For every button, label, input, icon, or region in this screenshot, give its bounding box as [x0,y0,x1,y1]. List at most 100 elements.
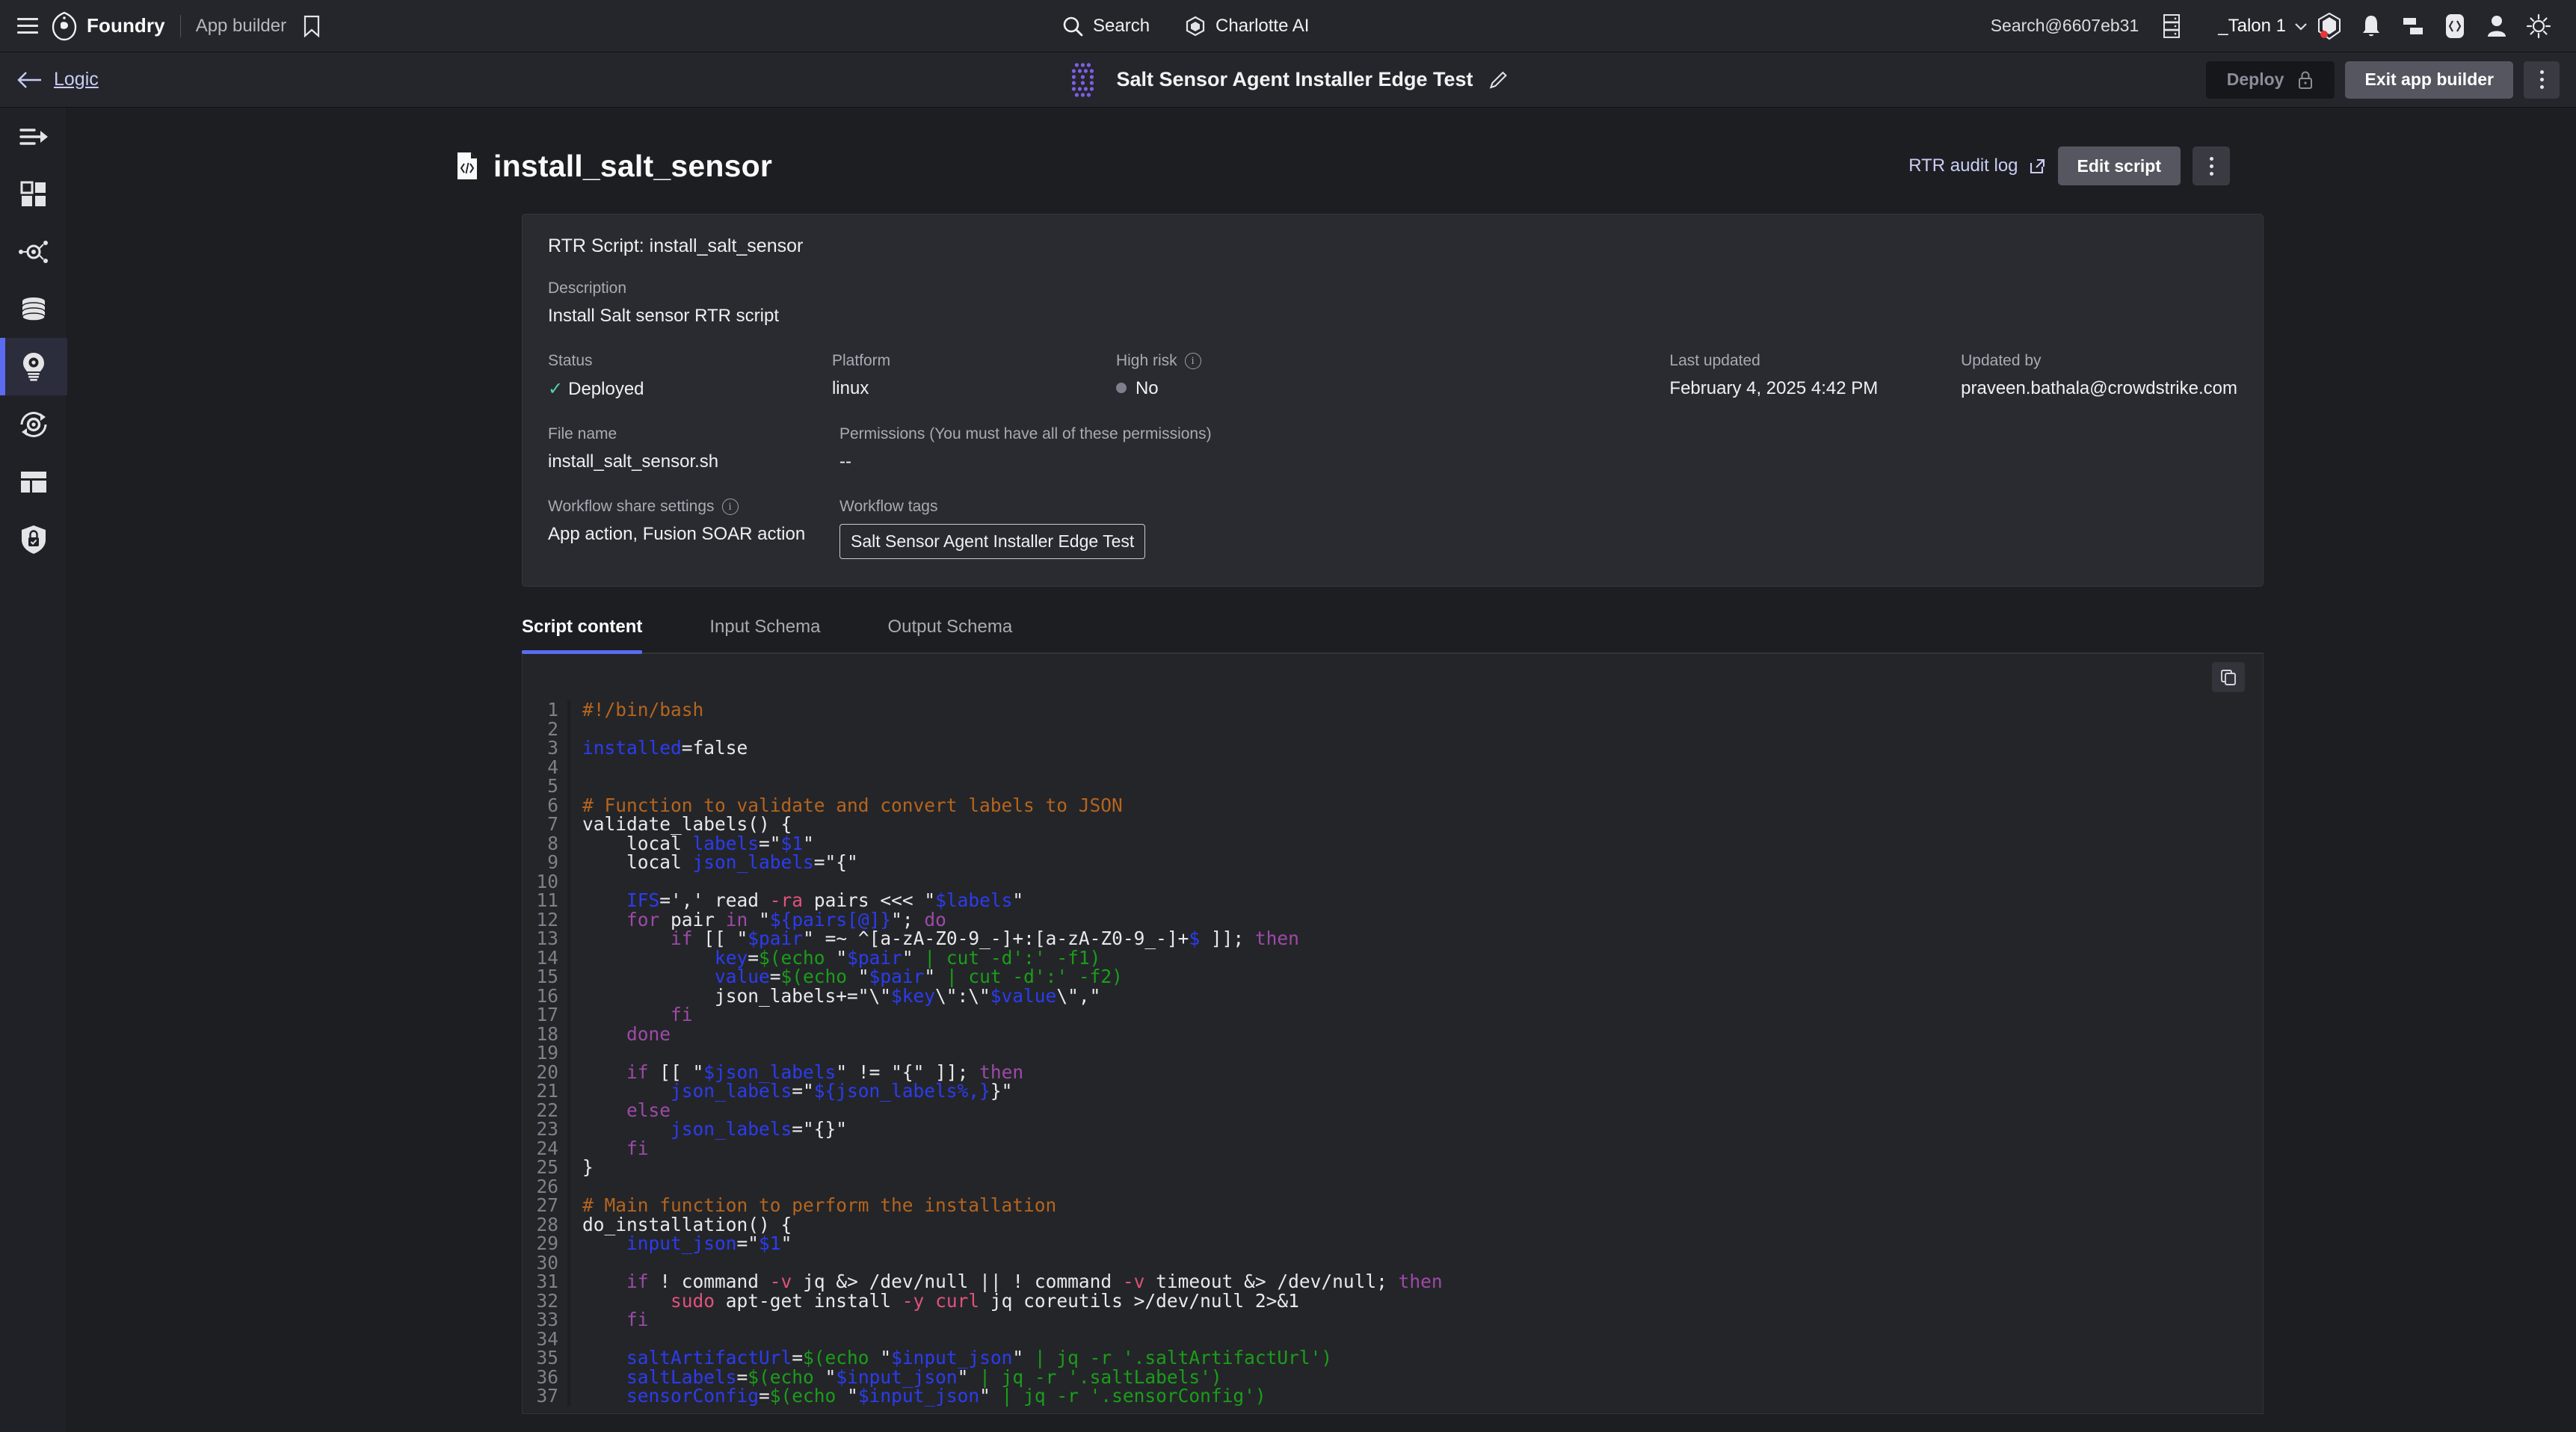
tenant-id-label: Search@6607eb31 [1990,16,2139,35]
high-risk-label: High risk i [1116,352,1669,370]
server-grid-icon[interactable] [2151,5,2193,47]
exit-app-builder-button[interactable]: Exit app builder [2345,61,2513,99]
line-number: 5 [523,777,570,796]
code-line-text: fi [626,1309,649,1330]
hamburger-menu-icon[interactable] [10,10,45,43]
line-number: 23 [523,1120,570,1139]
code-line: 30 [523,1253,2263,1272]
sidebar-item-data-store[interactable] [0,280,67,338]
code-line-text: #!/bin/bash [582,699,704,720]
user-avatar-icon[interactable] [2476,5,2518,47]
kebab-dots [2539,70,2544,89]
code-line: 22 else [523,1100,2263,1120]
code-line-text: json_labels="${json_labels%,}}" [671,1080,1013,1102]
line-number: 24 [523,1138,570,1158]
sidebar-item-data-flow[interactable] [0,108,67,165]
tab-output-schema[interactable]: Output Schema [887,617,1012,652]
metadata-row-1: Status ✓ Deployed Platform linux High ris… [548,352,2237,400]
charlotte-ai-label: Charlotte AI [1215,16,1310,36]
global-search-button[interactable]: Search [1061,15,1150,37]
theme-sun-icon[interactable] [2518,5,2560,47]
file-name-label: File name [548,425,617,442]
code-line: 9 local json_labels="{" [523,853,2263,872]
code-brackets-icon[interactable] [2434,5,2476,47]
copy-icon[interactable] [2212,662,2245,692]
pencil-icon[interactable] [1488,70,1509,90]
metadata-row-3: Workflow share settings i App action, Fu… [548,498,2237,559]
code-line: 5 [523,777,2263,796]
line-number: 35 [523,1348,570,1368]
code-line: 2 [523,719,2263,739]
code-line: 14 key=$(echo "$pair" | cut -d':' -f1) [523,946,2263,969]
workflow-tags-field: Workflow tags Salt Sensor Agent Installe… [839,498,1146,559]
sidebar-item-permissions[interactable] [0,510,67,568]
code-line: 11 IFS=',' read -ra pairs <<< "$labels" [523,891,2263,910]
code-line-text: key=$(echo "$pair" | cut -d':' -f1) [715,946,1101,969]
code-line: 6 # Function to validate and convert labe… [523,794,2263,816]
database-icon [19,296,49,323]
chat-icon[interactable] [2392,5,2434,47]
deploy-button[interactable]: Deploy [2205,61,2335,99]
tenant-selector[interactable]: _Talon 1 [2218,16,2308,37]
code-line-text: json_labels+="\"$key\":\"$value\"," [582,984,1101,1007]
search-icon [1061,15,1084,37]
code-line-text: local labels="$1" [582,832,814,854]
updated-by-label: Updated by [1961,352,2042,369]
info-icon[interactable]: i [721,499,739,515]
charlotte-ai-button[interactable]: Charlotte AI [1184,15,1309,37]
workflow-tag-chip[interactable]: Salt Sensor Agent Installer Edge Test [839,524,1146,559]
check-icon: ✓ [548,379,564,399]
subbar-kebab-menu-icon[interactable] [2524,61,2560,99]
alert-shield-icon[interactable] [2308,5,2350,47]
sidebar-item-logic[interactable] [0,338,67,395]
subbar-actions: Deploy Exit app builder [2205,61,2576,99]
line-number: 9 [523,853,570,872]
code-editor[interactable]: 1 #!/bin/bash 2 3 installed=false 4 5 6 # Fun… [523,700,2263,1413]
code-line: 36 saltLabels=$(echo "$input_json" | jq … [523,1367,2263,1386]
sidebar-item-dashboards[interactable] [0,165,67,223]
sidebar-item-integrations[interactable] [0,223,67,280]
code-line: 23 json_labels="{}" [523,1120,2263,1139]
page-header-actions: RTR audit log Edit script [1908,146,2576,185]
info-icon[interactable]: i [1184,353,1201,369]
line-number: 12 [523,910,570,929]
code-line-text: sudo apt-get install -y curl jq coreutil… [671,1289,1299,1312]
bookmark-icon[interactable] [303,15,322,37]
brand-name[interactable]: Foundry [87,14,165,37]
line-number: 19 [523,1043,570,1063]
permissions-label: Permissions (You must have all of these … [839,425,1212,442]
line-number: 27 [523,1196,570,1215]
back-to-logic-link[interactable]: Logic [0,69,99,90]
lock-icon [2297,70,2314,90]
sidebar-item-ui-layout[interactable] [0,453,67,510]
page-title-group: install_salt_sensor [455,149,772,184]
app-builder-label[interactable]: App builder [196,16,286,37]
sidebar-item-workflows[interactable] [0,395,67,453]
tab-script-content[interactable]: Script content [522,617,643,654]
high-risk-value: No [1135,378,1159,398]
page-kebab-menu-icon[interactable] [2193,146,2230,185]
code-line: 32 sudo apt-get install -y curl jq coreu… [523,1289,2263,1312]
share-settings-field: Workflow share settings i App action, Fu… [548,498,839,559]
code-line-text: json_labels="{}" [671,1118,848,1140]
line-number: 25 [523,1158,570,1177]
rtr-audit-log-link[interactable]: RTR audit log [1908,155,2045,176]
arrow-left-icon [16,70,43,90]
tab-input-schema[interactable]: Input Schema [709,617,820,652]
line-number: 6 [523,795,570,815]
topbar-center-group: Search Charlotte AI [1061,0,1309,52]
platform-field: Platform linux [832,352,1116,400]
code-line: 1 #!/bin/bash [523,700,2263,720]
bell-icon[interactable] [2350,5,2392,47]
code-line: 24 fi [523,1138,2263,1158]
code-line-text: # Function to validate and convert label… [582,794,1123,816]
code-line-text: validate_labels() { [582,813,792,835]
edit-script-button[interactable]: Edit script [2057,146,2181,185]
status-dot-icon [1115,383,1127,393]
chevron-down-icon [2293,21,2308,31]
dot-grid-icon [1067,61,1101,99]
